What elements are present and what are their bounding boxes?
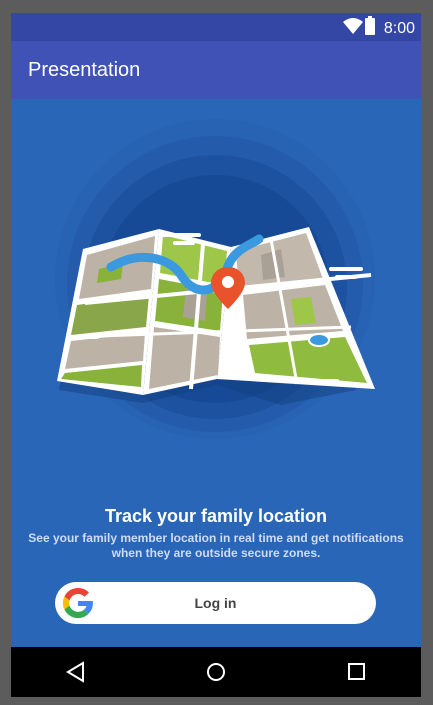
status-time: 8:00	[383, 20, 415, 37]
recents-icon[interactable]	[346, 660, 368, 684]
page-title: Presentation	[28, 59, 141, 81]
google-login-button[interactable]: Log in	[55, 582, 376, 624]
map-illustration	[55, 119, 375, 439]
home-icon[interactable]	[204, 660, 228, 684]
battery-icon	[365, 16, 375, 35]
app-bar: Presentation	[11, 41, 421, 99]
onboarding-headline: Track your family location	[104, 506, 328, 526]
status-bar: 8:00	[11, 13, 421, 41]
phone-screen: 8:00 Presentation Track your family loca…	[11, 13, 421, 697]
onboarding-content: Track your family location See your fami…	[11, 99, 421, 647]
login-button-label: Log in	[194, 595, 237, 611]
wifi-icon	[343, 18, 363, 34]
back-icon[interactable]	[65, 660, 87, 684]
onboarding-description: See your family member location in real …	[28, 531, 404, 560]
navigation-bar	[11, 647, 421, 697]
